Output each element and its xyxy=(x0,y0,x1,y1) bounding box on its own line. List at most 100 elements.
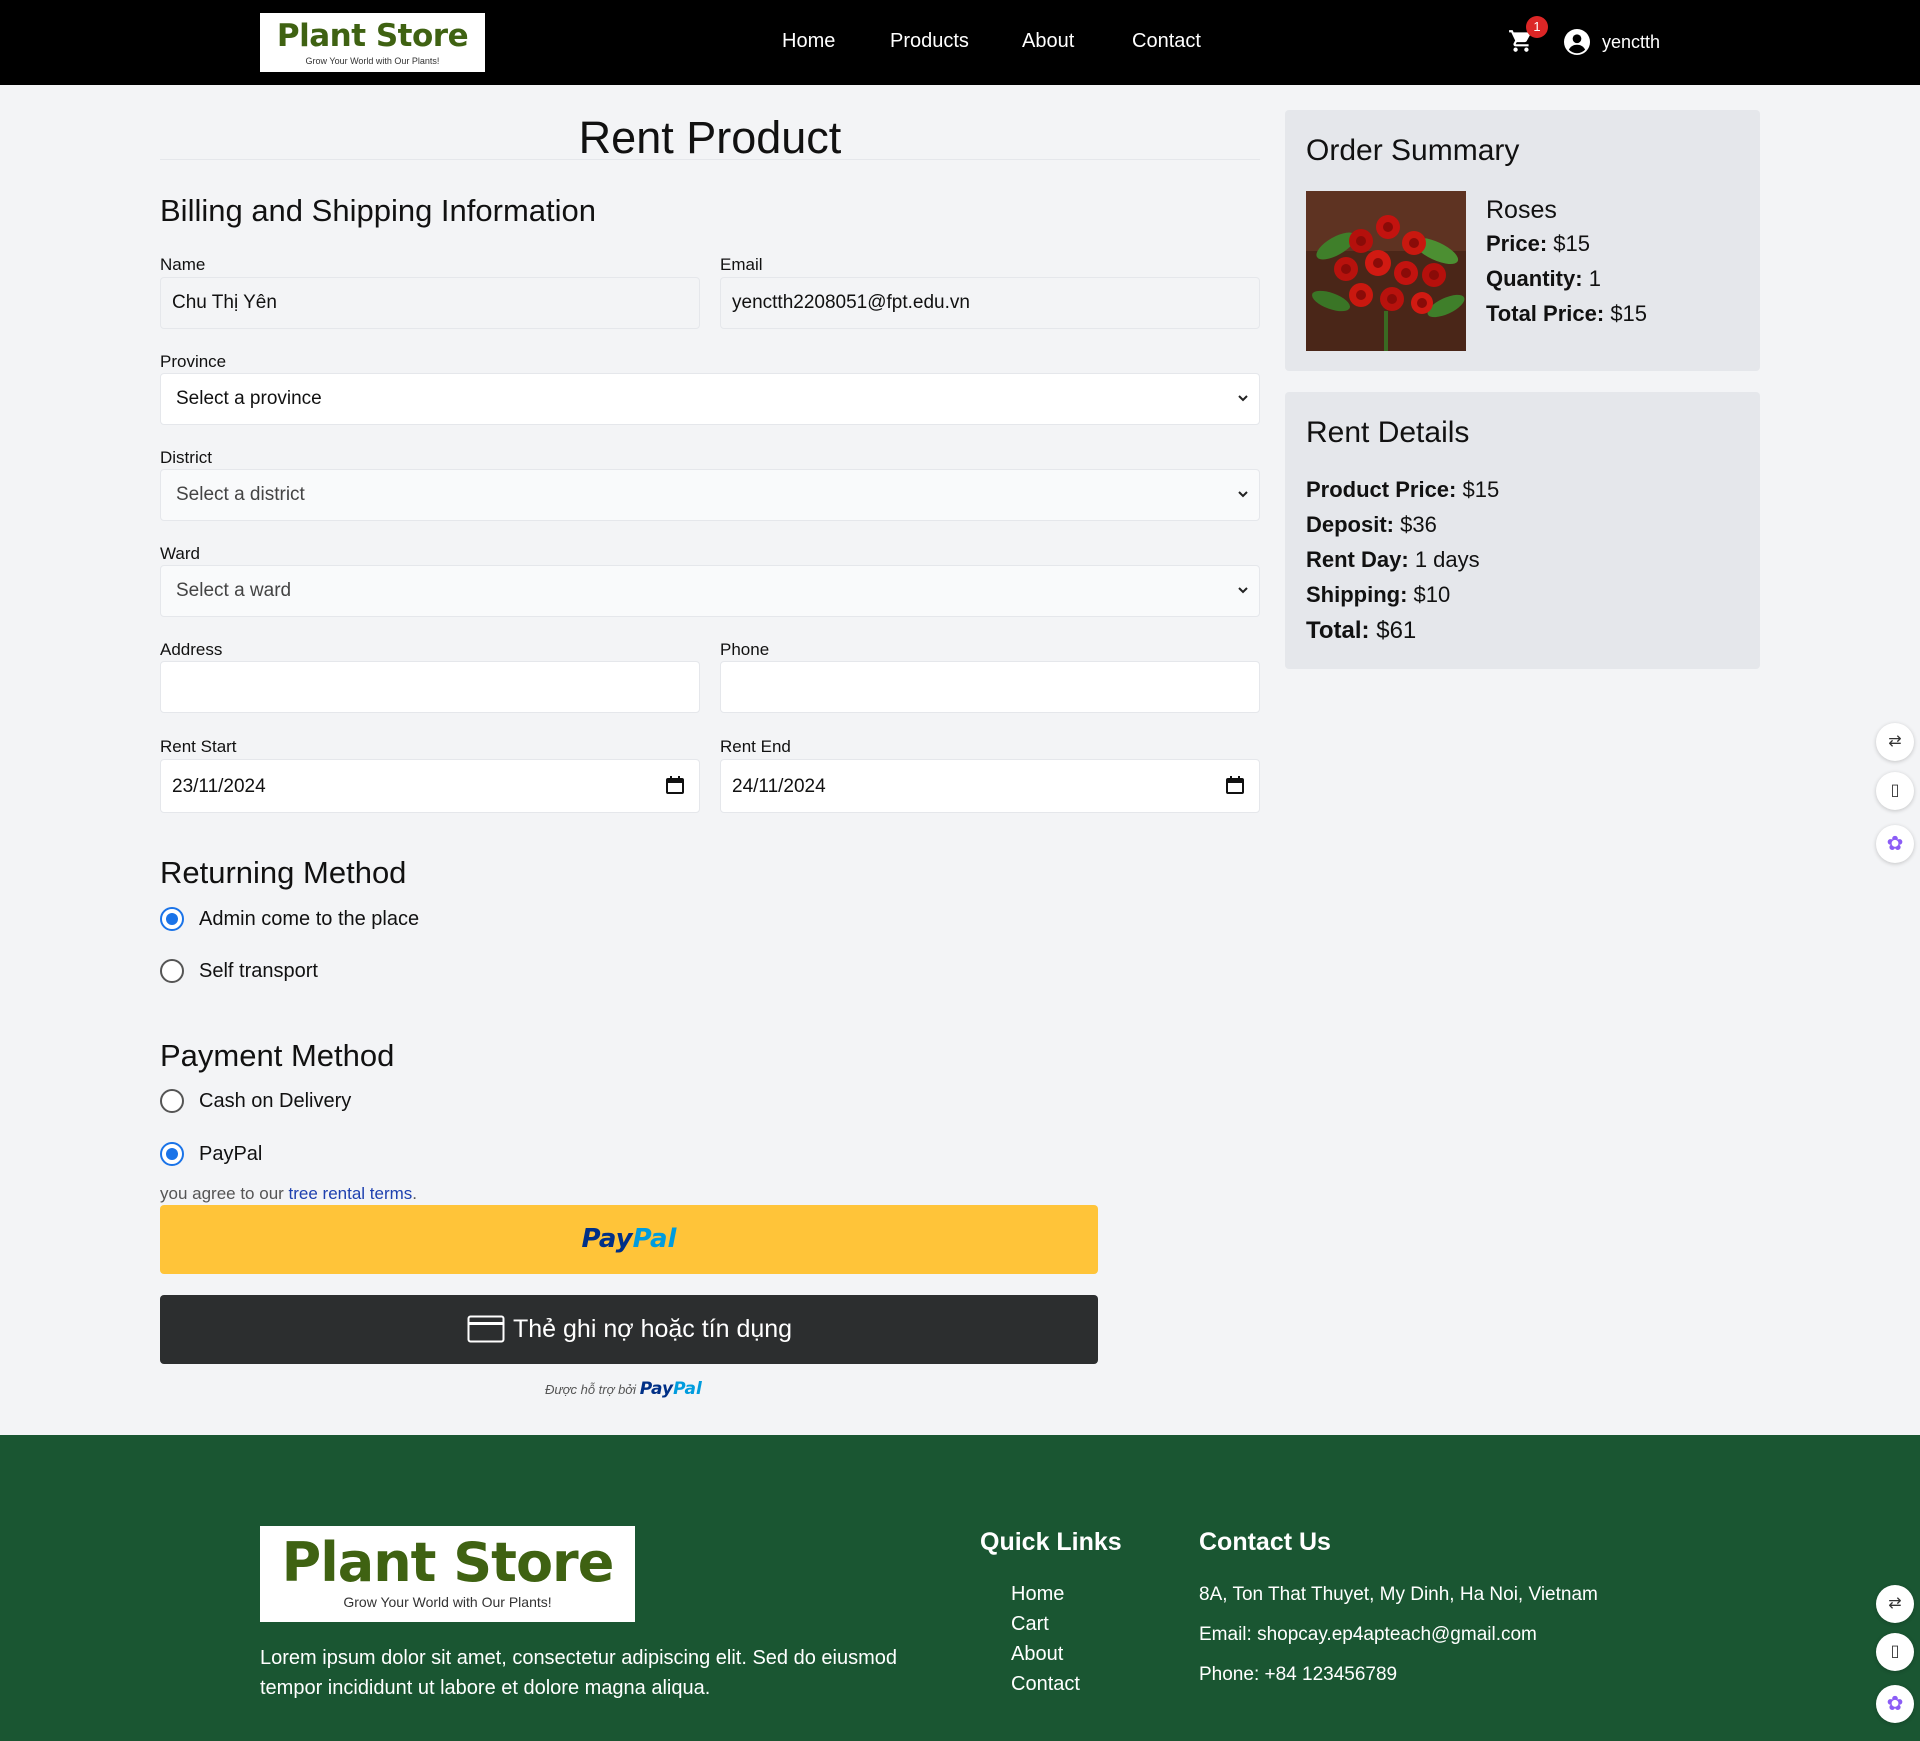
rent-start-date-input[interactable]: 23/11/2024 xyxy=(160,759,700,813)
email-label: Email xyxy=(720,255,763,274)
radio-self-transport-label[interactable]: Self transport xyxy=(199,960,318,983)
rent-product-price-label: Product Price: xyxy=(1306,477,1457,502)
terms-suffix: . xyxy=(412,1184,418,1203)
footer-email: Email: shopcay.ep4apteach@gmail.com xyxy=(1199,1624,1537,1645)
district-select[interactable]: Select a district xyxy=(160,469,1260,521)
calendar-icon[interactable] xyxy=(1225,775,1245,795)
name-label: Name xyxy=(160,255,206,274)
credit-card-icon xyxy=(467,1315,505,1343)
rent-shipping-value: $10 xyxy=(1413,582,1451,607)
rent-deposit-label: Deposit: xyxy=(1306,512,1394,537)
nav-home[interactable]: Home xyxy=(782,30,835,53)
ai-brain-widget-icon[interactable]: ✿ xyxy=(1876,825,1914,863)
phone-label: Phone xyxy=(720,640,770,659)
paypal-small-pal: Pal xyxy=(673,1379,702,1399)
rent-start-value: 23/11/2024 xyxy=(172,776,266,797)
roses-illustration xyxy=(1306,191,1466,351)
radio-cash-on-delivery[interactable] xyxy=(160,1089,184,1113)
rent-deposit: Deposit: $36 xyxy=(1306,512,1437,538)
footer-link-contact[interactable]: Contact xyxy=(1011,1673,1080,1696)
radio-paypal[interactable] xyxy=(160,1142,184,1166)
footer-logo-slogan: Grow Your World with Our Plants! xyxy=(343,1594,552,1610)
rent-day: Rent Day: 1 days xyxy=(1306,547,1480,573)
terms-text: you agree to our tree rental terms. xyxy=(160,1184,417,1204)
radio-self-transport[interactable] xyxy=(160,959,184,983)
paypal-small-pay: Pay xyxy=(639,1379,674,1399)
province-value: Select a province xyxy=(176,388,322,409)
footer-link-home[interactable]: Home xyxy=(1011,1583,1064,1606)
calendar-icon[interactable] xyxy=(665,775,685,795)
chevron-down-icon xyxy=(1238,491,1248,498)
rent-deposit-value: $36 xyxy=(1400,512,1437,537)
username[interactable]: yenctth xyxy=(1602,32,1660,53)
province-select[interactable]: Select a province xyxy=(160,373,1260,425)
book-widget-icon[interactable]: ▯ xyxy=(1876,772,1914,810)
rent-total-label: Total: xyxy=(1306,617,1370,644)
province-label: Province xyxy=(160,352,227,371)
user-circle-icon[interactable] xyxy=(1564,29,1590,55)
rent-total: Total: $61 xyxy=(1306,617,1416,645)
district-label: District xyxy=(160,448,212,467)
translate-widget-icon[interactable]: ⇄ xyxy=(1876,1585,1914,1623)
product-image-roses xyxy=(1306,191,1466,351)
name-field[interactable]: Chu Thị Yên xyxy=(160,277,700,329)
logo-slogan: Grow Your World with Our Plants! xyxy=(305,56,440,66)
paypal-button[interactable]: PayPal xyxy=(160,1205,1098,1274)
rent-day-value: 1 days xyxy=(1414,547,1480,572)
ward-label: Ward xyxy=(160,544,200,563)
total-price-value: $15 xyxy=(1610,301,1648,326)
rent-end-date-input[interactable]: 24/11/2024 xyxy=(720,759,1260,813)
radio-admin-come[interactable] xyxy=(160,907,184,931)
payment-method-heading: Payment Method xyxy=(160,1038,395,1073)
name-value: Chu Thị Yên xyxy=(172,292,277,313)
translate-widget-icon[interactable]: ⇄ xyxy=(1876,723,1914,761)
radio-paypal-label[interactable]: PayPal xyxy=(199,1143,262,1166)
cart-count-badge: 1 xyxy=(1526,16,1548,38)
page-title: Rent Product xyxy=(578,112,842,163)
paypal-logo: PayPal xyxy=(582,1224,677,1254)
book-widget-icon[interactable]: ▯ xyxy=(1876,1633,1914,1671)
quantity-value: 1 xyxy=(1588,266,1601,291)
terms-link[interactable]: tree rental terms xyxy=(289,1184,413,1203)
powered-by-paypal: Được hỗ trợ bởi PayPal xyxy=(545,1379,702,1399)
footer-address: 8A, Ton That Thuyet, My Dinh, Ha Noi, Vi… xyxy=(1199,1584,1598,1605)
footer-link-about[interactable]: About xyxy=(1011,1643,1063,1666)
quantity-label: Quantity: xyxy=(1486,266,1583,291)
product-name: Roses xyxy=(1486,196,1557,224)
order-summary-title: Order Summary xyxy=(1306,134,1520,167)
nav-about[interactable]: About xyxy=(1022,30,1074,53)
paypal-logo-pal: Pal xyxy=(632,1224,677,1254)
rent-end-value: 24/11/2024 xyxy=(732,776,826,797)
chevron-down-icon xyxy=(1238,395,1248,402)
address-input[interactable] xyxy=(160,661,700,713)
debit-credit-card-button[interactable]: Thẻ ghi nợ hoặc tín dụng xyxy=(160,1295,1098,1364)
footer: Plant Store Grow Your World with Our Pla… xyxy=(0,1435,1920,1741)
store-logo[interactable]: Plant Store Grow Your World with Our Pla… xyxy=(260,13,485,72)
price-label: Price: xyxy=(1486,231,1548,256)
contact-us-heading: Contact Us xyxy=(1199,1528,1331,1556)
ward-select[interactable]: Select a ward xyxy=(160,565,1260,617)
footer-phone: Phone: +84 123456789 xyxy=(1199,1664,1398,1685)
radio-admin-come-label[interactable]: Admin come to the place xyxy=(199,908,419,931)
rent-shipping-label: Shipping: xyxy=(1306,582,1408,607)
top-navbar: Plant Store Grow Your World with Our Pla… xyxy=(0,0,1920,85)
radio-cash-on-delivery-label[interactable]: Cash on Delivery xyxy=(199,1090,351,1113)
email-field[interactable]: yenctth2208051@fpt.edu.vn xyxy=(720,277,1260,329)
rent-product-price-value: $15 xyxy=(1462,477,1500,502)
nav-products[interactable]: Products xyxy=(890,30,969,53)
phone-input[interactable] xyxy=(720,661,1260,713)
address-label: Address xyxy=(160,640,223,659)
footer-logo-title: Plant Store xyxy=(281,1531,615,1594)
ward-value: Select a ward xyxy=(176,580,292,601)
ai-brain-widget-icon[interactable]: ✿ xyxy=(1876,1685,1914,1723)
nav-contact[interactable]: Contact xyxy=(1132,30,1201,53)
rent-total-value: $61 xyxy=(1376,617,1417,644)
card-button-label: Thẻ ghi nợ hoặc tín dụng xyxy=(513,1315,793,1343)
district-value: Select a district xyxy=(176,484,305,505)
rent-details-panel: Rent Details Product Price: $15 Deposit:… xyxy=(1285,392,1760,669)
summary-total-price: Total Price: $15 xyxy=(1486,301,1647,327)
returning-method-heading: Returning Method xyxy=(160,855,407,890)
footer-logo[interactable]: Plant Store Grow Your World with Our Pla… xyxy=(260,1526,635,1622)
footer-link-cart[interactable]: Cart xyxy=(1011,1613,1049,1636)
rent-details-title: Rent Details xyxy=(1306,416,1470,449)
